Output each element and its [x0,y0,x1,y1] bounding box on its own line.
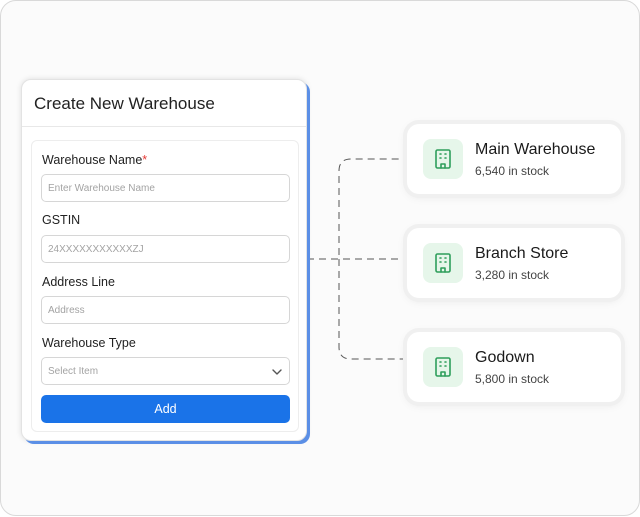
warehouse-card-godown[interactable]: Godown 5,800 in stock [407,332,621,402]
add-button[interactable]: Add [41,395,290,423]
warehouse-name: Main Warehouse [475,141,596,158]
title-divider [22,126,306,127]
warehouse-card-main[interactable]: Main Warehouse 6,540 in stock [407,124,621,194]
warehouse-icon-box [423,139,463,179]
building-icon [435,357,451,377]
warehouse-type-select[interactable]: Select Item [41,357,290,385]
address-input[interactable] [41,296,290,324]
form-title: Create New Warehouse [34,94,215,113]
connector-godown [338,259,405,360]
chevron-down-icon [272,369,282,375]
warehouse-name: Godown [475,349,535,366]
warehouse-name: Branch Store [475,245,569,262]
warehouse-stock: 3,280 in stock [475,268,550,282]
required-marker: * [142,153,148,167]
warehouse-type-label: Warehouse Type [42,336,136,350]
canvas: Create New Warehouse Warehouse Name* GST… [0,0,640,516]
address-line-label: Address Line [42,275,115,289]
warehouse-stock: 5,800 in stock [475,372,550,386]
form-body: Warehouse Name* GSTIN Address Line Wareh… [31,140,299,432]
warehouse-icon-box [423,243,463,283]
warehouse-stock: 6,540 in stock [475,164,550,178]
connector-main [307,158,405,260]
warehouse-icon-box [423,347,463,387]
warehouse-card-branch[interactable]: Branch Store 3,280 in stock [407,228,621,298]
building-icon [435,149,451,169]
create-warehouse-form: Create New Warehouse Warehouse Name* GST… [21,79,307,441]
building-icon [435,253,451,273]
gstin-label: GSTIN [42,213,81,227]
select-placeholder: Select Item [48,366,99,377]
gstin-input[interactable] [41,235,290,263]
warehouse-name-input[interactable] [41,174,290,202]
warehouse-name-label: Warehouse Name* [42,153,148,167]
